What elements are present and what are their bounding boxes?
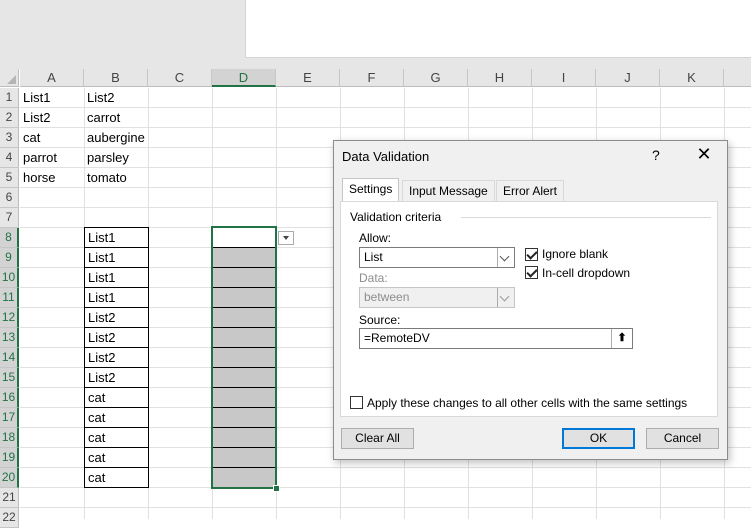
cell-b18[interactable]: cat — [85, 428, 148, 448]
cell-a2[interactable]: List2 — [20, 108, 84, 128]
column-header-l[interactable] — [724, 69, 751, 87]
column-header-a[interactable]: A — [20, 69, 84, 87]
ignore-blank-checkbox[interactable] — [525, 248, 538, 261]
in-cell-dropdown-label[interactable]: In-cell dropdown — [542, 266, 630, 280]
in-cell-dropdown-checkbox[interactable] — [525, 266, 538, 279]
row-header[interactable]: 3 — [0, 128, 19, 148]
data-value: between — [364, 290, 410, 304]
row-header[interactable]: 9 — [0, 248, 19, 268]
cell-b20[interactable]: cat — [85, 468, 148, 488]
apply-all-checkbox[interactable] — [350, 396, 363, 409]
cell-b5[interactable]: tomato — [84, 168, 154, 188]
column-header-k[interactable]: K — [660, 69, 724, 87]
settings-panel: Validation criteria Allow: List Ignore b… — [340, 201, 718, 417]
cell-b14[interactable]: List2 — [85, 348, 148, 368]
row-header[interactable]: 13 — [0, 328, 19, 348]
chevron-down-icon — [497, 288, 514, 307]
data-select: between — [359, 287, 515, 308]
row-header[interactable]: 6 — [0, 188, 19, 208]
column-header-g[interactable]: G — [404, 69, 468, 87]
row-header[interactable]: 8 — [0, 228, 19, 248]
cell-b9[interactable]: List1 — [85, 248, 148, 268]
cell-b12[interactable]: List2 — [85, 308, 148, 328]
ignore-blank-label[interactable]: Ignore blank — [542, 247, 608, 261]
row-header[interactable]: 7 — [0, 208, 19, 228]
cell-b8[interactable]: List1 — [85, 228, 148, 248]
row-header[interactable]: 4 — [0, 148, 19, 168]
row-header[interactable]: 1 — [0, 88, 19, 108]
row-header[interactable]: 14 — [0, 348, 19, 368]
cell-a4[interactable]: parrot — [20, 148, 84, 168]
row-header[interactable]: 21 — [0, 488, 19, 508]
group-divider — [461, 217, 711, 218]
gridline — [20, 507, 751, 508]
ok-button[interactable]: OK — [562, 428, 635, 449]
data-validation-dialog: Data Validation ? ✕ Settings Input Messa… — [333, 140, 728, 460]
cell-b17[interactable]: cat — [85, 408, 148, 428]
cell-b3[interactable]: aubergine — [84, 128, 154, 148]
column-header-i[interactable]: I — [532, 69, 596, 87]
column-header-j[interactable]: J — [596, 69, 660, 87]
help-icon[interactable]: ? — [652, 147, 660, 163]
column-header-f[interactable]: F — [340, 69, 404, 87]
column-header-d[interactable]: D — [212, 69, 276, 87]
cell-a5[interactable]: horse — [20, 168, 84, 188]
source-label: Source: — [359, 313, 401, 327]
fill-handle[interactable] — [273, 485, 280, 492]
cell-b16[interactable]: cat — [85, 388, 148, 408]
chevron-down-icon[interactable] — [497, 248, 514, 267]
row-header[interactable]: 15 — [0, 368, 19, 388]
data-label: Data: — [359, 271, 388, 285]
row-header[interactable]: 20 — [0, 468, 19, 488]
selection-outline[interactable] — [211, 226, 277, 489]
cell-b10[interactable]: List1 — [85, 268, 148, 288]
row-header[interactable]: 16 — [0, 388, 19, 408]
select-all-corner[interactable] — [0, 69, 19, 87]
dialog-title: Data Validation — [342, 149, 430, 164]
column-header-e[interactable]: E — [276, 69, 340, 87]
validation-criteria-label: Validation criteria — [350, 210, 442, 224]
source-value: =RemoteDV — [364, 331, 430, 345]
tab-settings[interactable]: Settings — [342, 178, 400, 202]
cell-a1[interactable]: List1 — [20, 88, 84, 108]
row-header[interactable]: 19 — [0, 448, 19, 468]
tab-input-message[interactable]: Input Message — [402, 180, 495, 201]
allow-select[interactable]: List — [359, 247, 515, 268]
row-header[interactable]: 22 — [0, 508, 19, 528]
row-header[interactable]: 11 — [0, 288, 19, 308]
row-header[interactable]: 10 — [0, 268, 19, 288]
cell-b15[interactable]: List2 — [85, 368, 148, 388]
cell-b13[interactable]: List2 — [85, 328, 148, 348]
clear-all-button[interactable]: Clear All — [341, 428, 414, 449]
allow-label: Allow: — [359, 231, 392, 245]
cell-a3[interactable]: cat — [20, 128, 84, 148]
cell-b4[interactable]: parsley — [84, 148, 154, 168]
cell-b19[interactable]: cat — [85, 448, 148, 468]
row-header[interactable]: 12 — [0, 308, 19, 328]
column-header-b[interactable]: B — [84, 69, 148, 87]
allow-value: List — [364, 250, 383, 264]
row-header[interactable]: 5 — [0, 168, 19, 188]
row-header[interactable]: 18 — [0, 428, 19, 448]
source-input[interactable]: =RemoteDV ⬆ — [359, 328, 633, 349]
column-header-c[interactable]: C — [148, 69, 212, 87]
cell-b1[interactable]: List2 — [84, 88, 154, 108]
dropdown-arrow-icon[interactable] — [278, 231, 294, 245]
upload-arrow-icon[interactable]: ⬆ — [611, 329, 632, 348]
column-header-h[interactable]: H — [468, 69, 532, 87]
cell-b2[interactable]: carrot — [84, 108, 154, 128]
formula-bar[interactable] — [245, 0, 751, 58]
row-header[interactable]: 17 — [0, 408, 19, 428]
close-icon[interactable]: ✕ — [692, 143, 716, 165]
cancel-button[interactable]: Cancel — [646, 428, 719, 449]
cell-b11[interactable]: List1 — [85, 288, 148, 308]
row-header[interactable]: 2 — [0, 108, 19, 128]
tab-error-alert[interactable]: Error Alert — [496, 180, 565, 201]
apply-all-label[interactable]: Apply these changes to all other cells w… — [367, 396, 687, 410]
